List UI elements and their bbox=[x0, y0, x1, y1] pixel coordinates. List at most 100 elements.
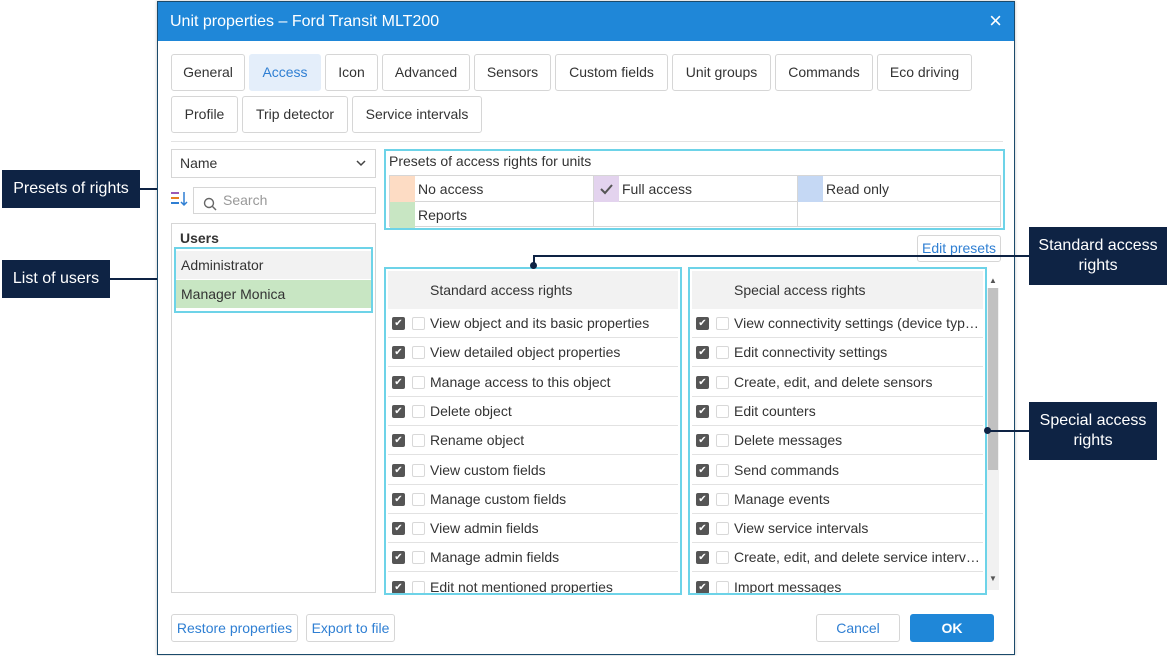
checkbox-checked-icon[interactable]: ✔ bbox=[392, 522, 405, 536]
preset-read-only[interactable]: Read only bbox=[798, 176, 1001, 202]
scroll-up-icon[interactable]: ▲ bbox=[987, 276, 999, 285]
checkbox-checked-icon[interactable]: ✔ bbox=[696, 551, 709, 565]
tab-commands[interactable]: Commands bbox=[775, 54, 873, 91]
export-to-file-button[interactable]: Export to file bbox=[306, 614, 395, 642]
checkbox-checked-icon[interactable]: ✔ bbox=[696, 463, 709, 477]
checkbox-empty-icon[interactable] bbox=[716, 551, 729, 565]
scrollbar[interactable]: ▲ ▼ bbox=[987, 276, 999, 590]
checkbox-checked-icon[interactable]: ✔ bbox=[696, 404, 709, 418]
list-item[interactable]: ✔ Manage events bbox=[692, 485, 983, 514]
preset-full-access[interactable]: Full access bbox=[594, 176, 797, 202]
list-item[interactable]: ✔ View custom fields bbox=[388, 456, 678, 485]
checkbox-empty-icon[interactable] bbox=[716, 463, 729, 477]
list-item[interactable]: ✔ Edit not mentioned properties bbox=[388, 573, 678, 595]
tab-advanced[interactable]: Advanced bbox=[382, 54, 470, 91]
checkbox-empty-icon[interactable] bbox=[412, 375, 425, 389]
checkbox-empty-icon[interactable] bbox=[716, 492, 729, 506]
list-item[interactable]: ✔ Send commands bbox=[692, 456, 983, 485]
checkbox-empty-icon[interactable] bbox=[412, 551, 425, 565]
list-item[interactable]: ✔ View service intervals bbox=[692, 514, 983, 544]
right-label: View admin fields bbox=[430, 520, 539, 537]
tab-icon[interactable]: Icon bbox=[325, 54, 378, 91]
list-item[interactable]: ✔ Manage admin fields bbox=[388, 543, 678, 573]
checkbox-checked-icon[interactable]: ✔ bbox=[696, 522, 709, 536]
checkbox-checked-icon[interactable]: ✔ bbox=[392, 404, 405, 418]
checkbox-checked-icon[interactable]: ✔ bbox=[392, 492, 405, 506]
sort-icon[interactable] bbox=[171, 190, 189, 208]
checkbox-empty-icon[interactable] bbox=[412, 580, 425, 593]
checkbox-checked-icon[interactable]: ✔ bbox=[696, 346, 709, 360]
tab-profile[interactable]: Profile bbox=[171, 96, 238, 133]
callout-dot bbox=[984, 427, 991, 434]
tab-service-intervals[interactable]: Service intervals bbox=[352, 96, 482, 133]
checkbox-checked-icon[interactable]: ✔ bbox=[392, 551, 405, 565]
list-item[interactable]: ✔ Edit connectivity settings bbox=[692, 338, 983, 368]
checkbox-empty-icon[interactable] bbox=[716, 522, 729, 536]
tab-access[interactable]: Access bbox=[249, 54, 321, 91]
right-label: Manage events bbox=[734, 490, 830, 507]
tab-general[interactable]: General bbox=[171, 54, 245, 91]
presets-title: Presets of access rights for units bbox=[389, 153, 592, 169]
checkbox-empty-icon[interactable] bbox=[716, 404, 729, 418]
right-label: Edit counters bbox=[734, 402, 816, 419]
callout-presets-of-rights: Presets of rights bbox=[2, 170, 140, 208]
sort-select[interactable]: Name bbox=[171, 149, 376, 178]
checkbox-checked-icon[interactable]: ✔ bbox=[392, 346, 405, 360]
list-item[interactable]: ✔ Edit counters bbox=[692, 397, 983, 426]
checkbox-checked-icon[interactable]: ✔ bbox=[392, 434, 405, 448]
list-item[interactable]: ✔ Rename object bbox=[388, 426, 678, 456]
tab-trip-detector[interactable]: Trip detector bbox=[242, 96, 348, 133]
list-item[interactable]: ✔ Delete messages bbox=[692, 426, 983, 456]
right-label: View detailed object properties bbox=[430, 344, 621, 361]
checkbox-checked-icon[interactable]: ✔ bbox=[392, 580, 405, 593]
checkbox-empty-icon[interactable] bbox=[716, 580, 729, 593]
checkbox-empty-icon[interactable] bbox=[412, 522, 425, 536]
checkbox-checked-icon[interactable]: ✔ bbox=[392, 463, 405, 477]
checkbox-empty-icon[interactable] bbox=[716, 346, 729, 360]
users-highlight bbox=[174, 247, 373, 313]
tab-sensors[interactable]: Sensors bbox=[474, 54, 551, 91]
checkbox-checked-icon[interactable]: ✔ bbox=[696, 580, 709, 593]
tab-custom-fields[interactable]: Custom fields bbox=[555, 54, 668, 91]
list-item[interactable]: ✔ Manage custom fields bbox=[388, 485, 678, 514]
list-item[interactable]: ✔ Import messages bbox=[692, 573, 983, 593]
tab-unit-groups[interactable]: Unit groups bbox=[672, 54, 771, 91]
restore-properties-button[interactable]: Restore properties bbox=[171, 614, 298, 642]
checkbox-empty-icon[interactable] bbox=[412, 346, 425, 360]
list-item[interactable]: ✔ Delete object bbox=[388, 397, 678, 426]
checkbox-empty-icon[interactable] bbox=[716, 375, 729, 389]
ok-button[interactable]: OK bbox=[910, 614, 994, 642]
search-input[interactable]: Search bbox=[193, 187, 376, 214]
checkbox-checked-icon[interactable]: ✔ bbox=[696, 317, 709, 330]
list-item[interactable]: ✔ View detailed object properties bbox=[388, 338, 678, 368]
standard-rights-header: Standard access rights bbox=[388, 271, 678, 309]
list-item[interactable]: ✔ View admin fields bbox=[388, 514, 678, 544]
checkbox-checked-icon[interactable]: ✔ bbox=[696, 434, 709, 448]
checkbox-checked-icon[interactable]: ✔ bbox=[696, 492, 709, 506]
list-item[interactable]: ✔ View connectivity settings (device type… bbox=[692, 309, 983, 338]
checkbox-checked-icon[interactable]: ✔ bbox=[392, 375, 405, 389]
checkbox-empty-icon[interactable] bbox=[716, 434, 729, 448]
checkbox-empty-icon[interactable] bbox=[716, 317, 729, 330]
scroll-down-icon[interactable]: ▼ bbox=[987, 574, 999, 583]
tab-eco-driving[interactable]: Eco driving bbox=[877, 54, 972, 91]
close-icon[interactable]: × bbox=[989, 2, 1002, 40]
preset-reports[interactable]: Reports bbox=[390, 202, 593, 228]
checkbox-empty-icon[interactable] bbox=[412, 463, 425, 477]
checkbox-checked-icon[interactable]: ✔ bbox=[696, 375, 709, 389]
list-item[interactable]: ✔ Create, edit, and delete service interv… bbox=[692, 543, 983, 573]
checkbox-empty-icon[interactable] bbox=[412, 492, 425, 506]
checkbox-empty-icon[interactable] bbox=[412, 434, 425, 448]
checkbox-empty-icon[interactable] bbox=[412, 404, 425, 418]
unit-properties-dialog: Unit properties – Ford Transit MLT200 × … bbox=[157, 1, 1015, 655]
edit-presets-button[interactable]: Edit presets bbox=[917, 235, 1001, 262]
list-item[interactable]: ✔ Manage access to this object bbox=[388, 368, 678, 397]
preset-no-access[interactable]: No access bbox=[390, 176, 593, 202]
list-item[interactable]: ✔ Create, edit, and delete sensors bbox=[692, 368, 983, 397]
right-label: Edit not mentioned properties bbox=[430, 578, 613, 595]
scrollbar-thumb[interactable] bbox=[988, 288, 998, 470]
list-item[interactable]: ✔ View object and its basic properties bbox=[388, 309, 678, 338]
checkbox-empty-icon[interactable] bbox=[412, 317, 425, 330]
cancel-button[interactable]: Cancel bbox=[816, 614, 900, 642]
checkbox-checked-icon[interactable]: ✔ bbox=[392, 317, 405, 330]
